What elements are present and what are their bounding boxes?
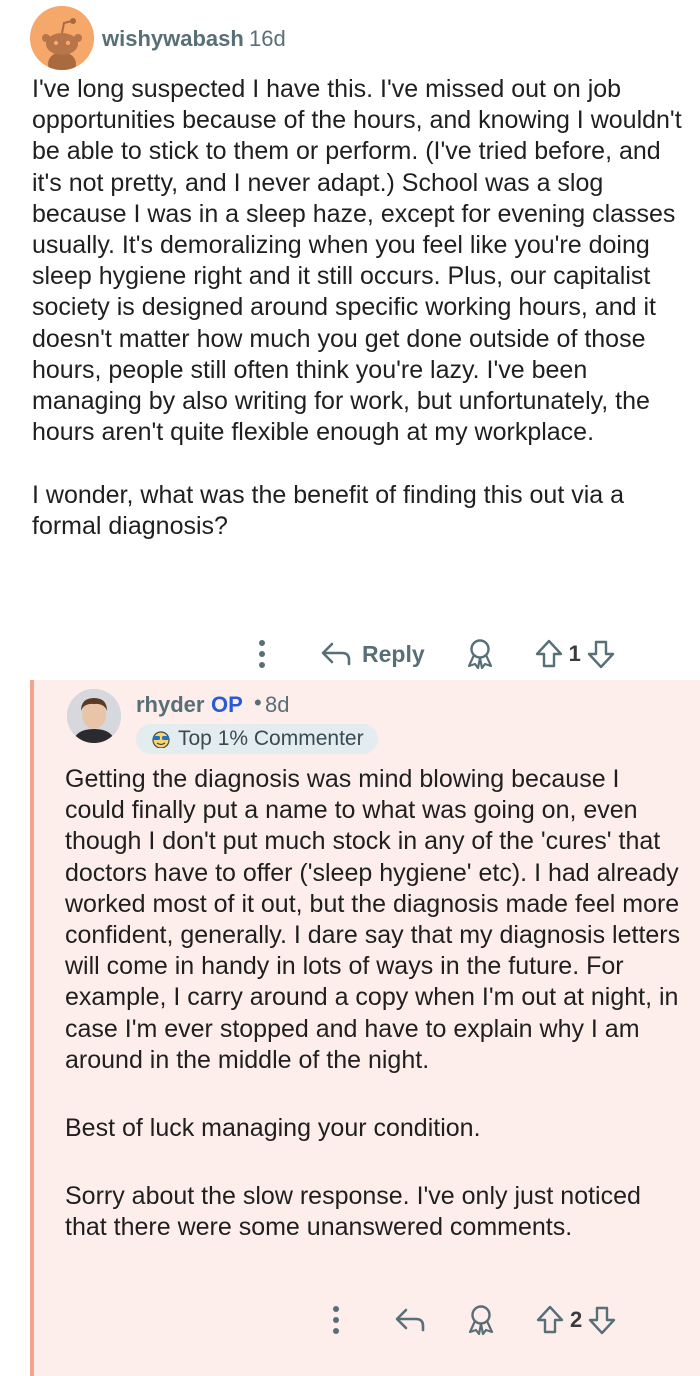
comment-paragraph: Sorry about the slow response. I've only… [65,1182,641,1242]
op-badge: OP [211,692,243,717]
comment-author[interactable]: wishywabash [102,26,244,52]
downvote-arrow-icon[interactable] [588,1305,616,1335]
award-button[interactable] [465,638,495,670]
vote-controls: 1 [535,639,615,669]
user-photo-icon [67,689,121,743]
avatar[interactable] [67,689,121,743]
vote-score: 1 [568,641,581,666]
comment-action-bar: 2 [322,1300,616,1340]
reply-button[interactable] [394,1307,426,1333]
reply-comment: rhyder OP • 8d Top 1% Commenter Getting … [30,680,700,1376]
more-vertical-icon[interactable] [322,1302,350,1338]
upvote-arrow-icon[interactable] [536,1305,564,1335]
comment-paragraph: I've long suspected I have this. I've mi… [32,75,682,447]
downvote-arrow-icon[interactable] [587,639,615,669]
reply-arrow-icon [395,1308,425,1332]
award-button[interactable] [466,1304,496,1336]
vote-controls: 2 [536,1305,616,1335]
upvote-arrow-icon[interactable] [535,639,563,669]
reply-button[interactable]: Reply [320,641,425,668]
snoo-avatar-icon [30,6,94,70]
meta-separator: • [254,690,262,715]
user-flair: Top 1% Commenter [136,724,378,754]
reply-label: Reply [362,640,425,667]
comment-body: I've long suspected I have this. I've mi… [32,74,682,542]
comment-age: 16d [249,26,286,51]
comment-paragraph: Getting the diagnosis was mind blowing b… [65,765,681,1074]
comment-paragraph: I wonder, what was the benefit of findin… [32,480,625,540]
flair-label: Top 1% Commenter [178,727,364,750]
vote-score: 2 [570,1307,583,1332]
more-vertical-icon[interactable] [248,636,276,672]
comment-author[interactable]: rhyder [136,692,204,718]
sunglasses-icon [152,731,170,748]
award-icon [467,639,492,670]
avatar[interactable] [30,6,94,70]
comment-action-bar: Reply 1 [248,634,615,674]
comment-paragraph: Best of luck managing your condition. [65,1114,481,1143]
comment-age: 8d [265,692,290,717]
parent-comment: wishywabash 16d I've long suspected I ha… [0,0,700,680]
award-icon [468,1305,494,1336]
comment-body: Getting the diagnosis was mind blowing b… [65,764,685,1244]
reply-arrow-icon [321,642,351,666]
